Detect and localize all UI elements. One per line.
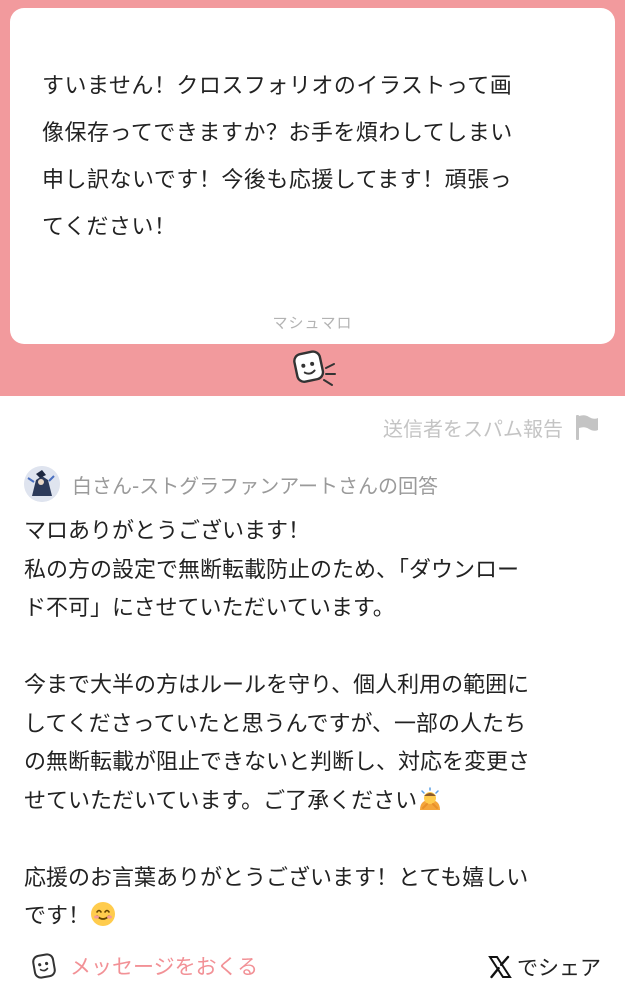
question-text: すいません！クロスフォリオのイラストって画 像保存ってできますか？お手を煩わして… — [42, 74, 513, 240]
bottom-action-bar: メッセージをおくる でシェア — [0, 940, 625, 992]
question-card: すいません！クロスフォリオのイラストって画 像保存ってできますか？お手を煩わして… — [10, 8, 615, 344]
send-message-button[interactable]: メッセージをおくる — [28, 950, 258, 982]
answer-body: マロありがとうございます！ 私の方の設定で無断転載防止のため、「ダウンロー ド不… — [24, 513, 604, 937]
share-label: でシェア — [517, 956, 601, 980]
send-message-label: メッセージをおくる — [70, 955, 259, 979]
marshmallow-icon — [32, 953, 56, 979]
report-spam-label: 送信者をスパム報告 — [383, 416, 563, 441]
answer-header: 白さん-ストグラファンアートさんの回答 — [24, 466, 438, 502]
answer-paragraph: 応援のお言葉ありがとうございます！とても嬉しい です！ — [24, 860, 604, 937]
answer-paragraph-text: マロありがとうございます！ 私の方の設定で無断転載防止のため、「ダウンロー ド不… — [24, 519, 520, 621]
marshmallow-mascot-icon — [293, 350, 336, 386]
x-logo-icon — [488, 955, 512, 979]
share-on-x-button[interactable]: でシェア — [487, 952, 601, 982]
answer-paragraph: マロありがとうございます！ 私の方の設定で無断転載防止のため、「ダウンロー ド不… — [24, 513, 604, 629]
avatar[interactable] — [24, 466, 60, 502]
smiling-face-emoji-icon — [91, 902, 116, 926]
person-bowing-emoji-icon — [420, 786, 441, 810]
answer-paragraph-text: 今まで大半の方はルールを守り、個人利用の範囲に してくださっていたと思うんですが… — [24, 673, 531, 814]
answerer-label: 白さん-ストグラファンアートさんの回答 — [72, 473, 439, 498]
answer-paragraph: 今まで大半の方はルールを守り、個人利用の範囲に してくださっていたと思うんですが… — [24, 667, 604, 821]
card-footer-brand: マシュマロ — [272, 314, 353, 332]
flag-icon — [576, 415, 598, 440]
report-spam-button[interactable]: 送信者をスパム報告 — [383, 412, 601, 442]
